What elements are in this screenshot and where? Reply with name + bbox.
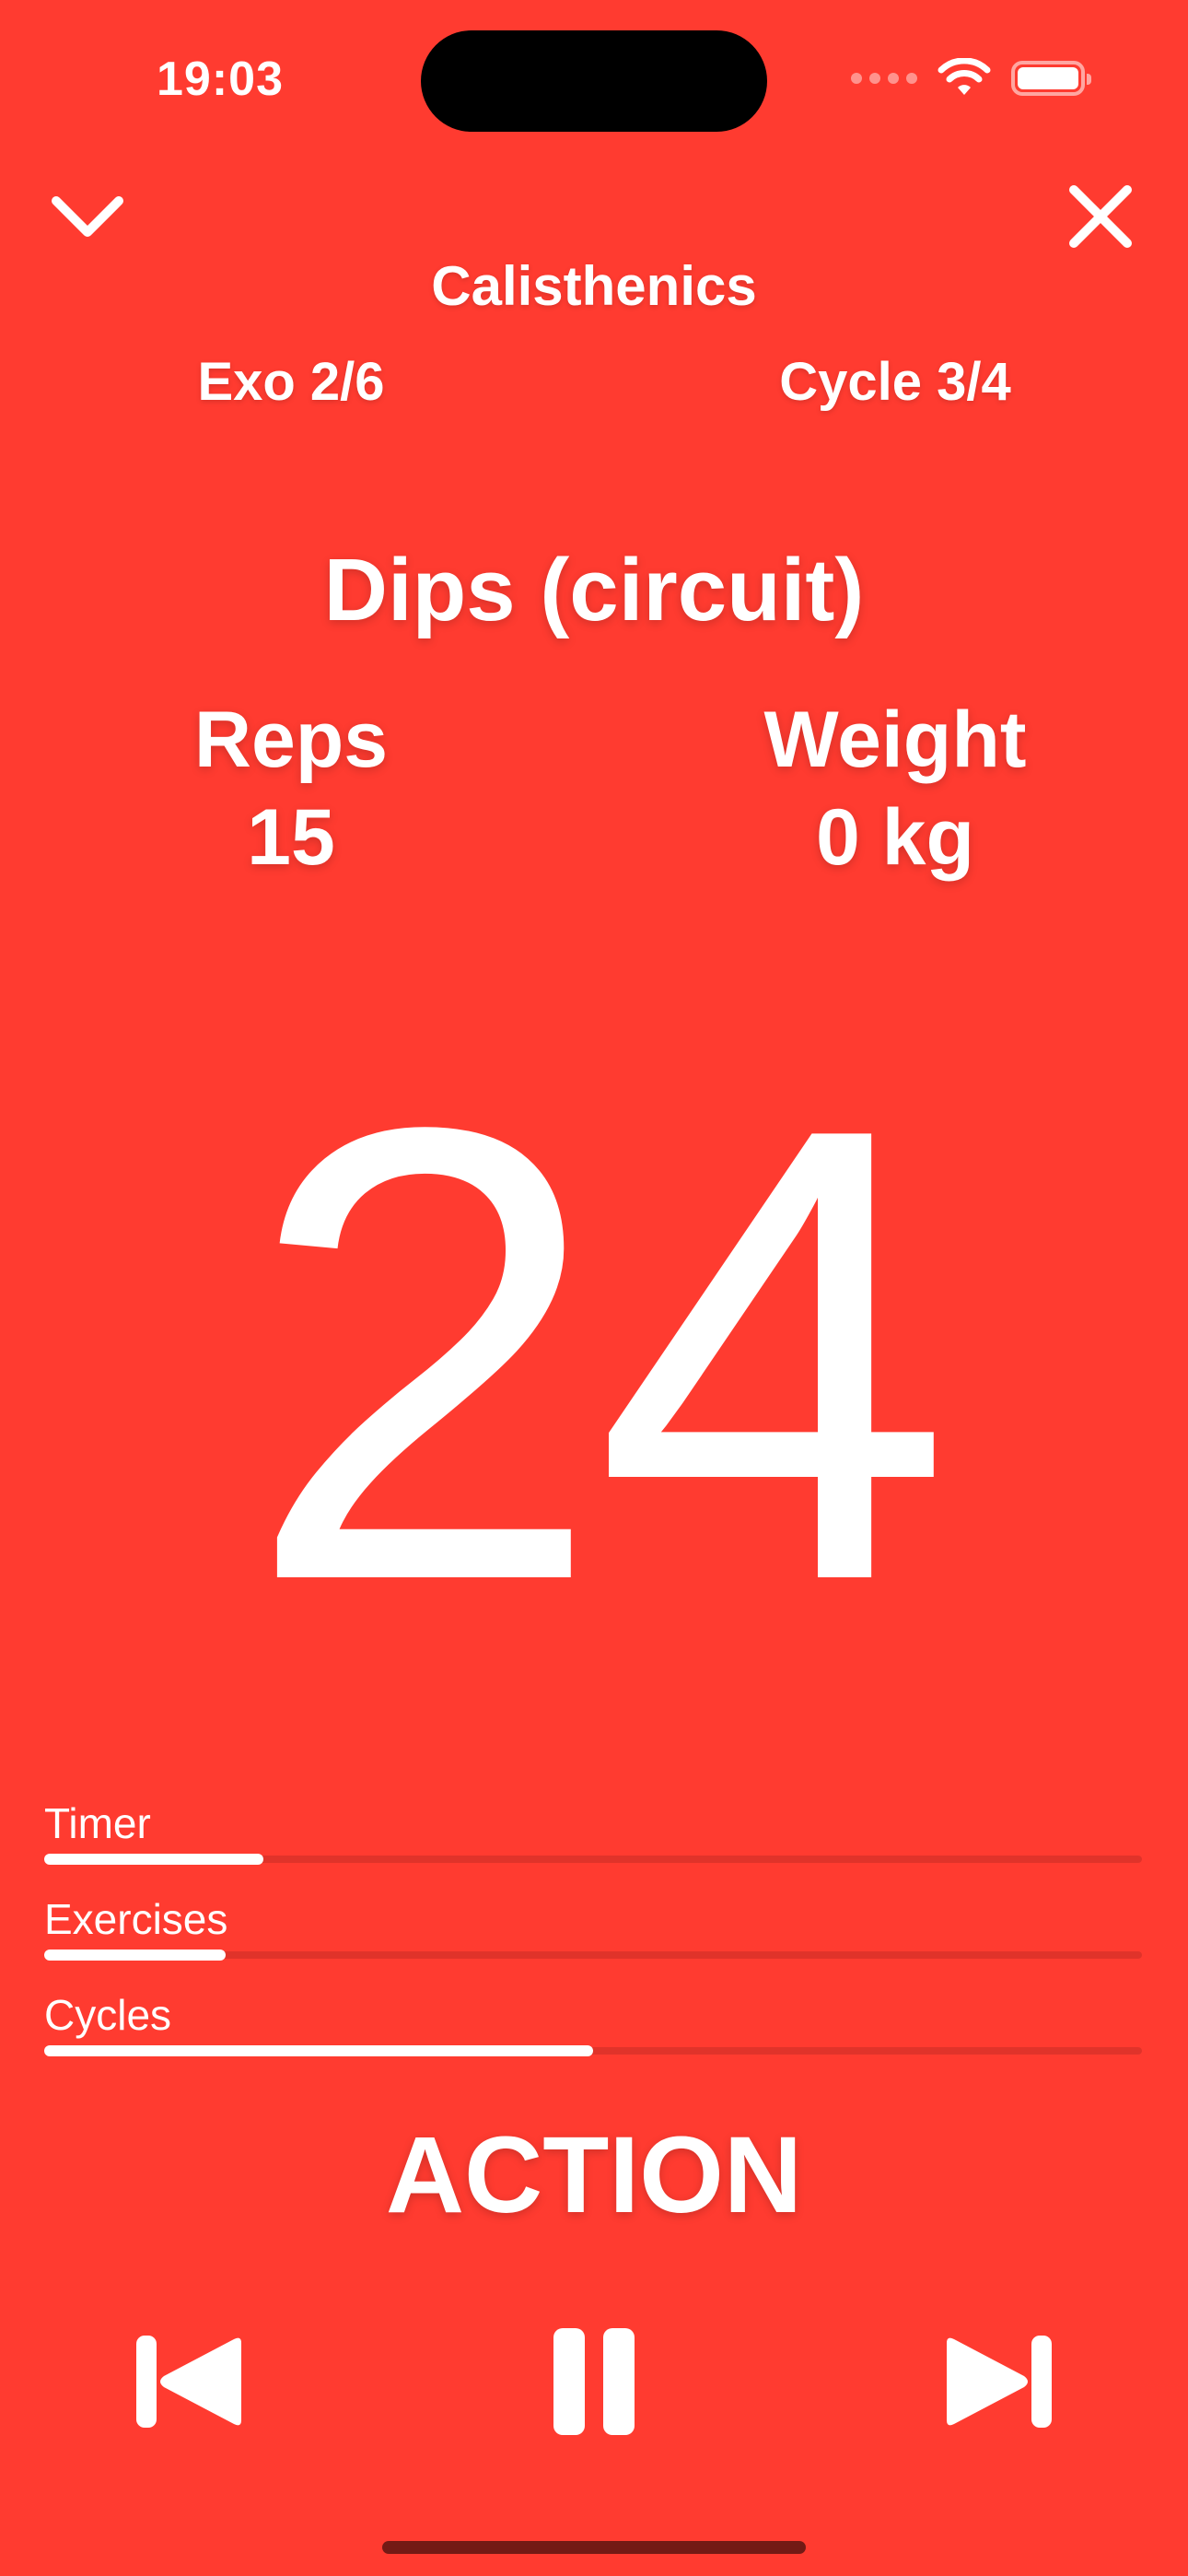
cycles-progress-label: Cycles [44,1991,172,2039]
countdown-timer: 24 [244,994,953,1715]
next-exercise-button[interactable] [923,2313,1070,2451]
chevron-down-icon [52,196,123,237]
phase-label: ACTION [385,2114,803,2236]
cycle-counter: Cycle 3/4 [779,352,1011,412]
workout-player-screen: 19:03 Calisthenics Exo 2/6 Cycle 3/4 Dip… [0,0,1188,2576]
status-time: 19:03 [157,53,284,106]
reps-label: Reps [193,696,389,784]
collapse-button[interactable] [37,166,138,267]
exercises-progress: Exercises [44,1894,1142,1961]
exercises-progress-label: Exercises [44,1895,228,1943]
timer-progress-label: Timer [44,1799,151,1847]
skip-backward-icon [136,2336,241,2428]
exercises-progress-fill [44,1950,226,1961]
timer-progress: Timer [44,1798,1142,1865]
workout-title: Calisthenics [431,255,757,317]
close-icon [1069,185,1132,248]
wifi-icon [938,58,991,95]
status-icons [851,55,1091,101]
exercise-name: Dips (circuit) [323,541,865,639]
cycles-progress-track [44,2045,1142,2056]
close-button[interactable] [1050,166,1151,267]
weight-value: 0 kg [815,793,975,882]
pause-button[interactable] [520,2313,668,2451]
timer-progress-fill [44,1854,264,1865]
pause-icon [553,2328,635,2435]
battery-icon [1011,61,1091,96]
weight-stat: Weight 0 kg [693,691,1098,886]
exercise-counter: Exo 2/6 [197,352,385,412]
dynamic-island [421,30,767,132]
skip-forward-icon [947,2336,1052,2428]
cycles-progress: Cycles [44,1990,1142,2056]
home-indicator[interactable] [382,2541,806,2554]
reps-value: 15 [247,793,335,882]
cycles-progress-fill [44,2045,593,2056]
reps-stat: Reps 15 [88,691,494,886]
exercises-progress-track [44,1950,1142,1961]
weight-label: Weight [763,696,1027,784]
timer-progress-track [44,1854,1142,1865]
signal-dots-icon [851,73,917,84]
previous-exercise-button[interactable] [118,2313,265,2451]
